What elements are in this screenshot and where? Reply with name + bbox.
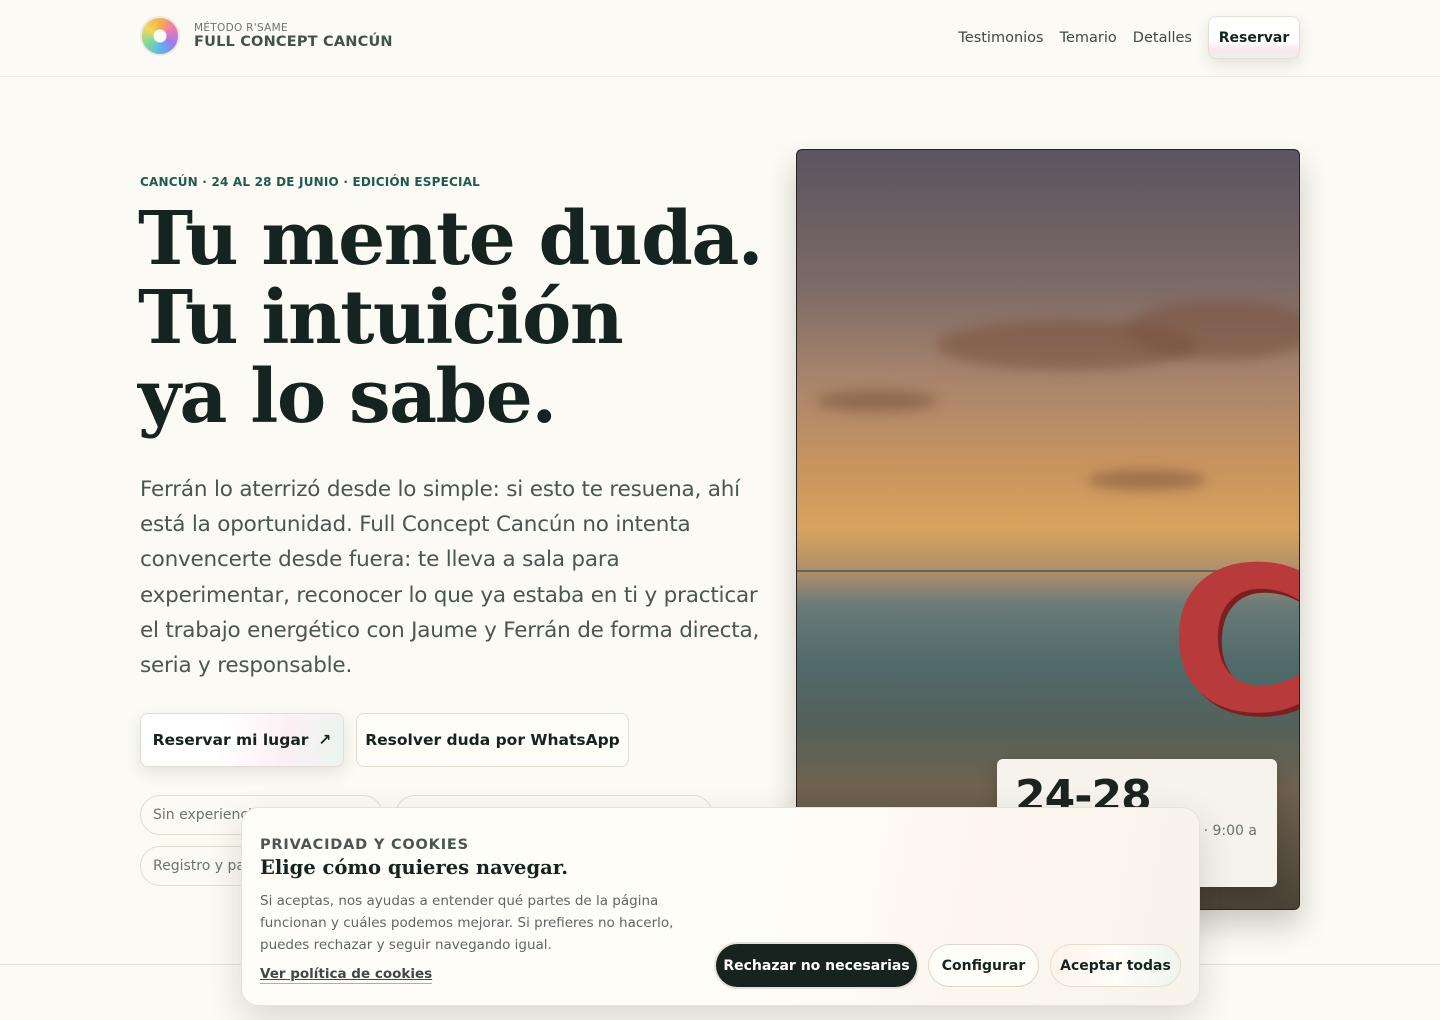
cookie-title: Elige cómo quieres navegar.	[260, 856, 568, 879]
arrow-up-right-icon: ↗	[318, 731, 332, 749]
cookie-policy-link[interactable]: Ver política de cookies	[260, 966, 433, 984]
nav-detalles[interactable]: Detalles	[1133, 30, 1192, 46]
site-header: MÉTODO R'SAME FULL CONCEPT CANCÚN Testim…	[0, 0, 1440, 77]
accept-cookies-button[interactable]: Aceptar todas	[1050, 944, 1181, 987]
cookie-eyebrow: PRIVACIDAD Y COOKIES	[260, 837, 469, 853]
cloud	[817, 390, 937, 412]
whatsapp-button[interactable]: Resolver duda por WhatsApp	[356, 713, 629, 767]
reserve-spot-label: Reservar mi lugar	[152, 731, 309, 749]
nav-temario[interactable]: Temario	[1060, 30, 1117, 46]
brand-text: MÉTODO R'SAME FULL CONCEPT CANCÚN	[194, 22, 393, 50]
brand[interactable]: MÉTODO R'SAME FULL CONCEPT CANCÚN	[140, 16, 393, 56]
reserve-button-nav[interactable]: Reservar	[1208, 16, 1300, 59]
brand-subtitle: MÉTODO R'SAME	[194, 22, 288, 34]
brand-name: FULL CONCEPT CANCÚN	[194, 34, 393, 50]
reject-cookies-button[interactable]: Rechazar no necesarias	[716, 944, 917, 987]
hero-headline: Tu mente duda. Tu intuición ya lo sabe.	[138, 200, 778, 437]
cookie-body: Si aceptas, nos ayudas a entender qué pa…	[260, 893, 674, 953]
headline-line-2: Tu intuición	[138, 275, 624, 361]
headline-line-3: ya lo sabe.	[138, 354, 557, 440]
cookie-banner: PRIVACIDAD Y COOKIES Elige cómo quieres …	[241, 807, 1200, 1006]
chip-label: Sin experienci	[153, 807, 252, 823]
hero-lead: Ferrán lo aterrizó desde lo simple: si e…	[140, 477, 760, 679]
brand-logo	[140, 16, 180, 56]
reserve-spot-button[interactable]: Reservar mi lugar ↗	[140, 713, 344, 767]
configure-cookies-button[interactable]: Configurar	[928, 944, 1039, 987]
hero-eyebrow: CANCÚN · 24 AL 28 DE JUNIO · EDICIÓN ESP…	[140, 175, 481, 189]
cloud	[1087, 470, 1207, 490]
cancun-sign: CA	[1169, 525, 1300, 758]
nav-testimonios[interactable]: Testimonios	[958, 30, 1043, 46]
headline-line-1: Tu mente duda.	[138, 196, 764, 282]
event-detail: o · 9:00 a	[1190, 823, 1257, 839]
main-nav: Testimonios Temario Detalles Reservar	[958, 16, 1300, 59]
chip-label: Registro y pa	[153, 858, 245, 874]
